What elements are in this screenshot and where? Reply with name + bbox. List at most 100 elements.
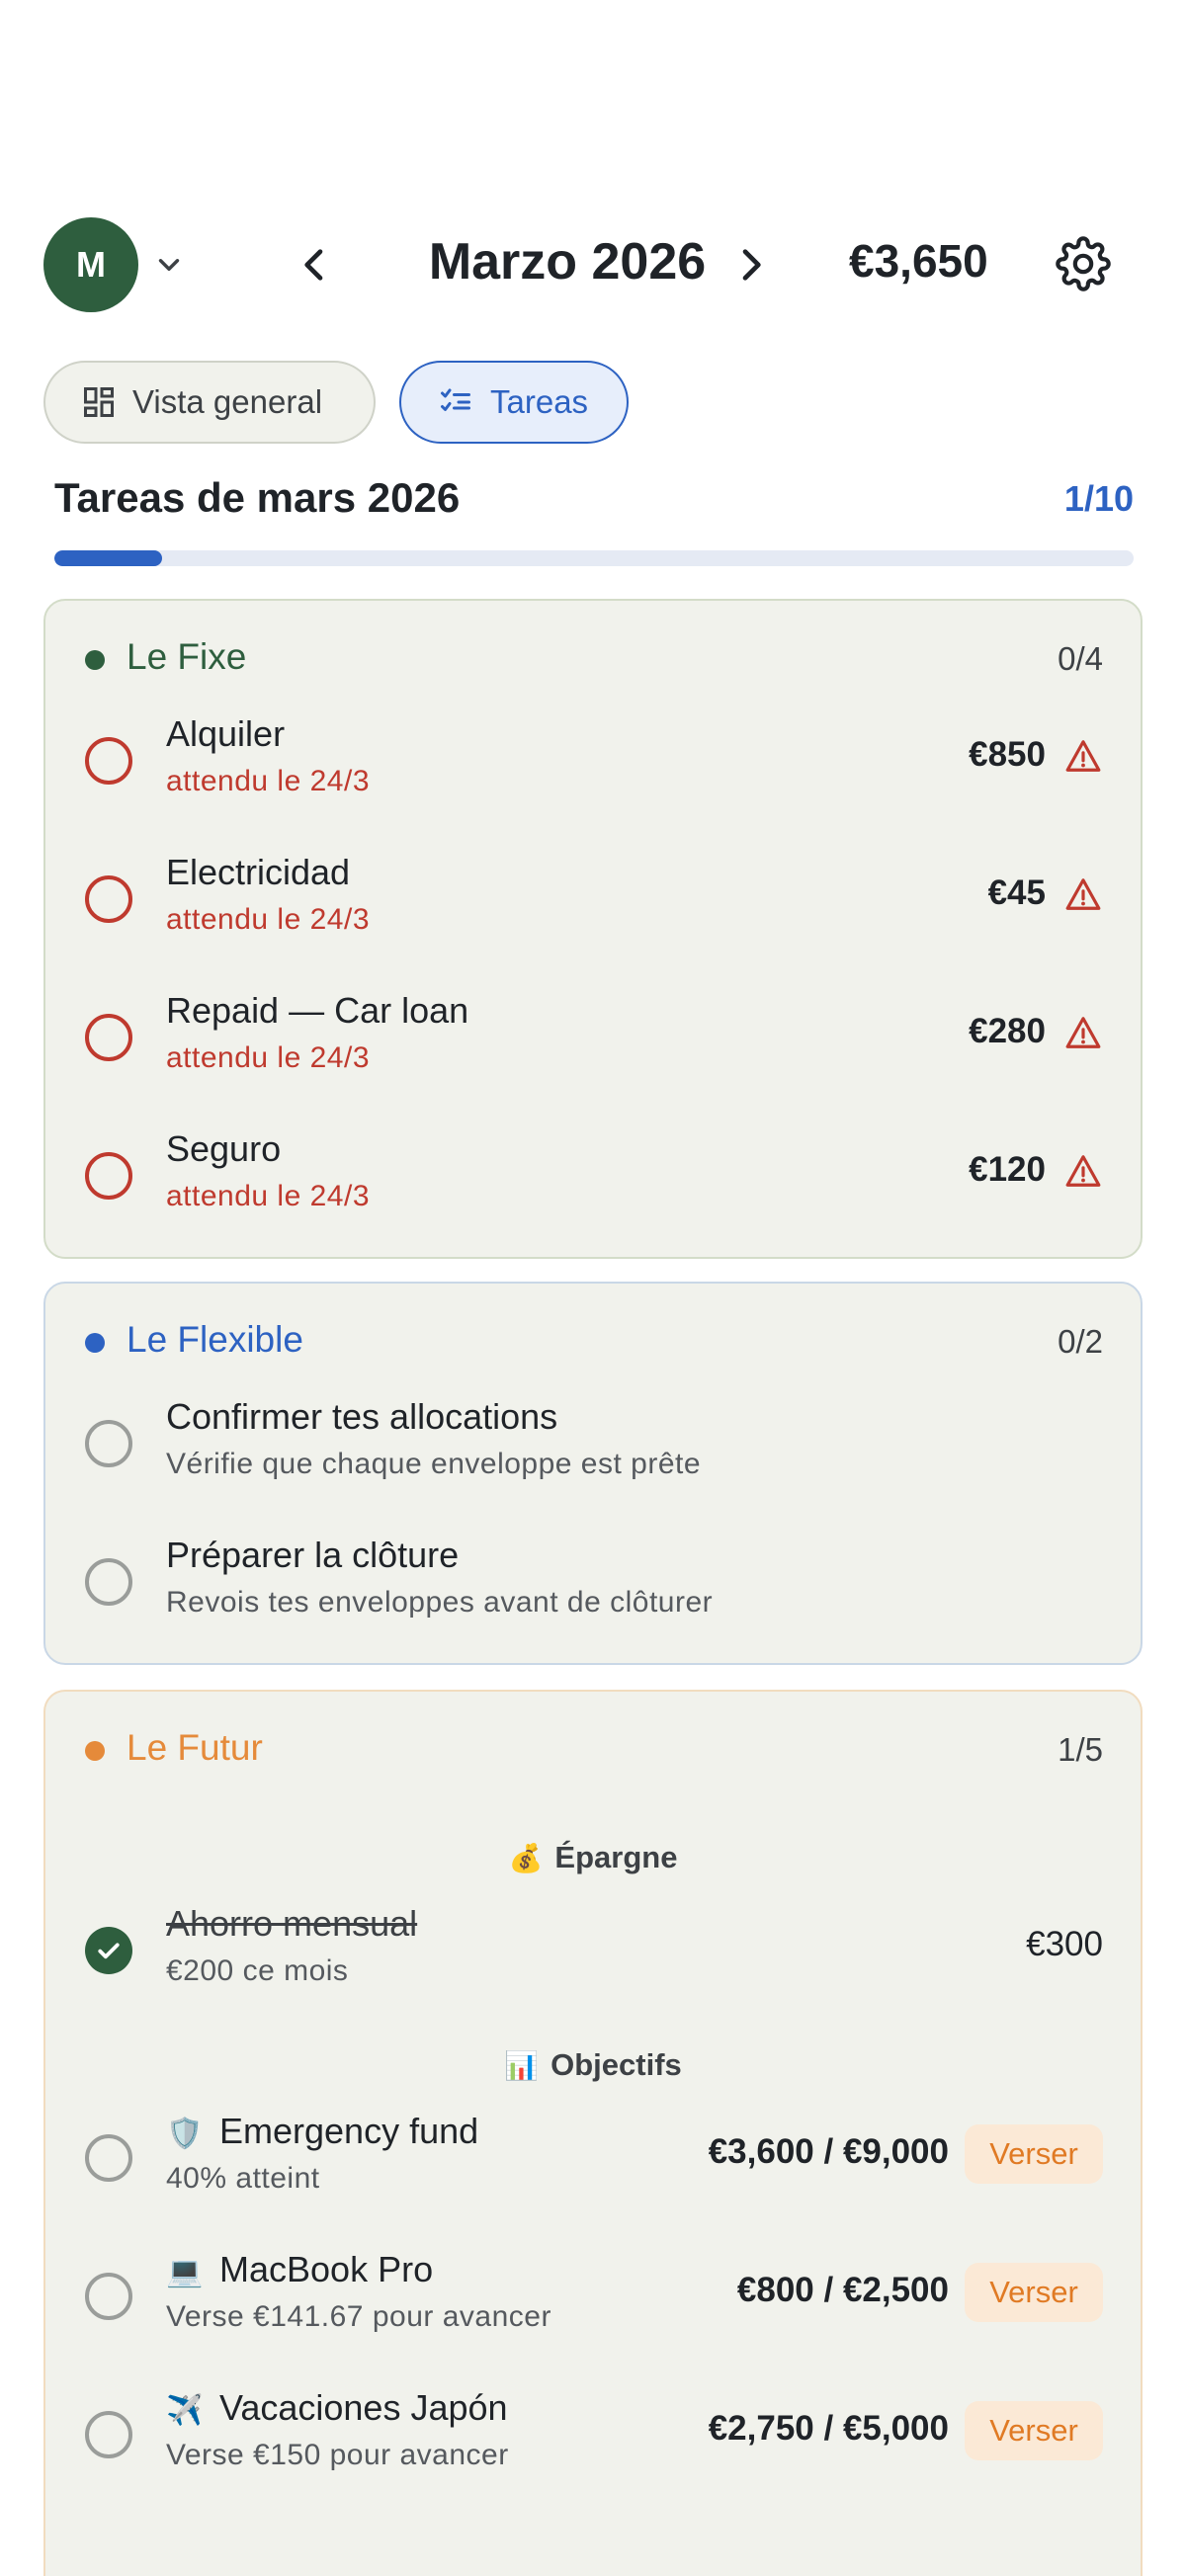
airplane-icon: ✈️ [166, 2394, 204, 2427]
task-row[interactable]: Préparer la clôture Revois tes enveloppe… [85, 1521, 1103, 1639]
group-label-text: Épargne [554, 1840, 678, 1874]
goal-row[interactable]: 🛡️ Emergency fund 40% atteint €3,600 / €9… [85, 2097, 1103, 2215]
money-bag-icon: 💰 [508, 1843, 544, 1873]
task-checkbox[interactable] [85, 2273, 132, 2320]
task-checkbox[interactable] [85, 1420, 132, 1467]
verser-button[interactable]: Verser [965, 2401, 1103, 2460]
checklist-icon [441, 388, 470, 411]
section-count: 0/4 [1058, 640, 1103, 677]
task-checkbox[interactable] [85, 2411, 132, 2458]
chevron-down-icon[interactable] [152, 248, 186, 282]
shield-icon: 🛡️ [166, 2118, 204, 2150]
goal-title: ✈️ Vacaciones Japón [166, 2387, 508, 2429]
goal-title: 💻 MacBook Pro [166, 2249, 433, 2290]
task-checkbox[interactable] [85, 875, 132, 923]
section-fixe: Le Fixe 0/4 Alquiler attendu le 24/3 €85… [43, 599, 1143, 1259]
section-dot [85, 1741, 105, 1761]
warning-icon [1065, 878, 1101, 910]
section-title: Le Fixe [127, 636, 247, 677]
group-label-text: Objectifs [551, 2047, 682, 2082]
task-row[interactable]: Ahorro mensual €200 ce mois €300 [85, 1889, 1103, 2008]
tab-tareas[interactable]: Tareas [399, 361, 629, 444]
month-header: M Marzo 2026 €3,650 [43, 212, 1143, 312]
section-title: Le Flexible [127, 1319, 303, 1360]
group-label-objectifs: 📊 Objectifs [45, 2047, 1141, 2083]
task-amount: €850 [969, 735, 1046, 774]
chevron-left-icon [304, 249, 323, 281]
task-due: attendu le 24/3 [166, 765, 371, 797]
gear-icon [1056, 236, 1111, 291]
task-checkbox[interactable] [85, 1558, 132, 1606]
tasks-count: 1/10 [1063, 478, 1134, 519]
task-amount: €45 [987, 873, 1046, 912]
task-row[interactable]: Seguro attendu le 24/3 €120 [85, 1115, 1103, 1233]
goal-subtitle: Verse €150 pour avancer [166, 2439, 509, 2471]
section-count: 1/5 [1058, 1731, 1103, 1768]
warning-icon [1065, 740, 1101, 772]
check-icon [98, 1943, 120, 1959]
chevron-right-icon [742, 249, 761, 281]
section-header: Le Flexible 0/2 [85, 1313, 1103, 1372]
avatar[interactable]: M [43, 217, 138, 312]
goal-title: 🛡️ Emergency fund [166, 2111, 478, 2152]
task-checkbox[interactable] [85, 1014, 132, 1061]
tasks-heading: Tareas de mars 2026 1/10 [54, 474, 1134, 534]
task-title: Repaid — Car loan [166, 990, 469, 1031]
tasks-progress-bar [54, 550, 1134, 566]
task-subtitle: €200 ce mois [166, 1954, 349, 1987]
task-subtitle: Vérifie que chaque enveloppe est prête [166, 1448, 702, 1480]
task-row[interactable]: Alquiler attendu le 24/3 €850 [85, 700, 1103, 818]
tasks-title: Tareas de mars 2026 [54, 474, 461, 521]
progress-fill [54, 550, 163, 566]
task-title: Electricidad [166, 852, 351, 892]
verser-button[interactable]: Verser [965, 2263, 1103, 2322]
task-amount: €120 [969, 1150, 1046, 1189]
group-label-epargne: 💰 Épargne [45, 1840, 1141, 1875]
section-futur: Le Futur 1/5 💰 Épargne Ahorro mensual €20… [43, 1690, 1143, 2576]
task-title: Seguro [166, 1128, 282, 1169]
task-subtitle: Revois tes enveloppes avant de clôturer [166, 1586, 714, 1619]
section-flexible: Le Flexible 0/2 Confirmer tes allocation… [43, 1282, 1143, 1665]
goal-name: Emergency fund [219, 2111, 479, 2151]
task-title: Préparer la clôture [166, 1535, 460, 1575]
task-due: attendu le 24/3 [166, 1041, 371, 1074]
task-checkbox-checked[interactable] [85, 1927, 132, 1974]
previous-month-button[interactable] [291, 237, 340, 292]
month-title: Marzo 2026 [428, 233, 707, 291]
goal-amount: €2,750 / €5,000 [708, 2409, 949, 2448]
dashboard-icon [84, 387, 114, 417]
tab-label: Tareas [490, 383, 589, 420]
task-due: attendu le 24/3 [166, 1180, 371, 1212]
task-due: attendu le 24/3 [166, 903, 371, 936]
verser-button[interactable]: Verser [965, 2124, 1103, 2184]
chart-icon: 📊 [504, 2050, 540, 2081]
goal-subtitle: Verse €141.67 pour avancer [166, 2300, 551, 2333]
task-row[interactable]: Repaid — Car loan attendu le 24/3 €280 [85, 976, 1103, 1095]
section-header: Le Fixe 0/4 [85, 630, 1103, 690]
task-checkbox[interactable] [85, 2134, 132, 2182]
task-checkbox[interactable] [85, 737, 132, 785]
goal-row[interactable]: 💻 MacBook Pro Verse €141.67 pour avancer … [85, 2235, 1103, 2354]
section-count: 0/2 [1058, 1323, 1103, 1360]
section-header: Le Futur 1/5 [85, 1721, 1103, 1781]
task-row[interactable]: Confirmer tes allocations Vérifie que ch… [85, 1382, 1103, 1501]
task-title: Ahorro mensual [166, 1903, 418, 1944]
view-tabs: Vista general Tareas [43, 361, 629, 444]
goal-row[interactable]: ✈️ Vacaciones Japón Verse €150 pour avanc… [85, 2373, 1103, 2492]
settings-button[interactable] [1052, 232, 1115, 295]
goal-amount: €800 / €2,500 [736, 2271, 949, 2309]
section-dot [85, 650, 105, 670]
section-dot [85, 1333, 105, 1353]
goal-name: Vacaciones Japón [219, 2387, 508, 2428]
next-month-button[interactable] [725, 237, 775, 292]
warning-icon [1065, 1155, 1101, 1187]
goal-name: MacBook Pro [219, 2249, 434, 2289]
tab-vista-general[interactable]: Vista general [43, 361, 376, 444]
task-amount: €280 [969, 1012, 1046, 1050]
task-row[interactable]: Electricidad attendu le 24/3 €45 [85, 838, 1103, 956]
tab-label: Vista general [132, 383, 323, 420]
laptop-icon: 💻 [166, 2256, 204, 2288]
task-amount: €300 [1026, 1925, 1103, 1963]
goal-amount: €3,600 / €9,000 [708, 2132, 949, 2171]
task-checkbox[interactable] [85, 1152, 132, 1200]
